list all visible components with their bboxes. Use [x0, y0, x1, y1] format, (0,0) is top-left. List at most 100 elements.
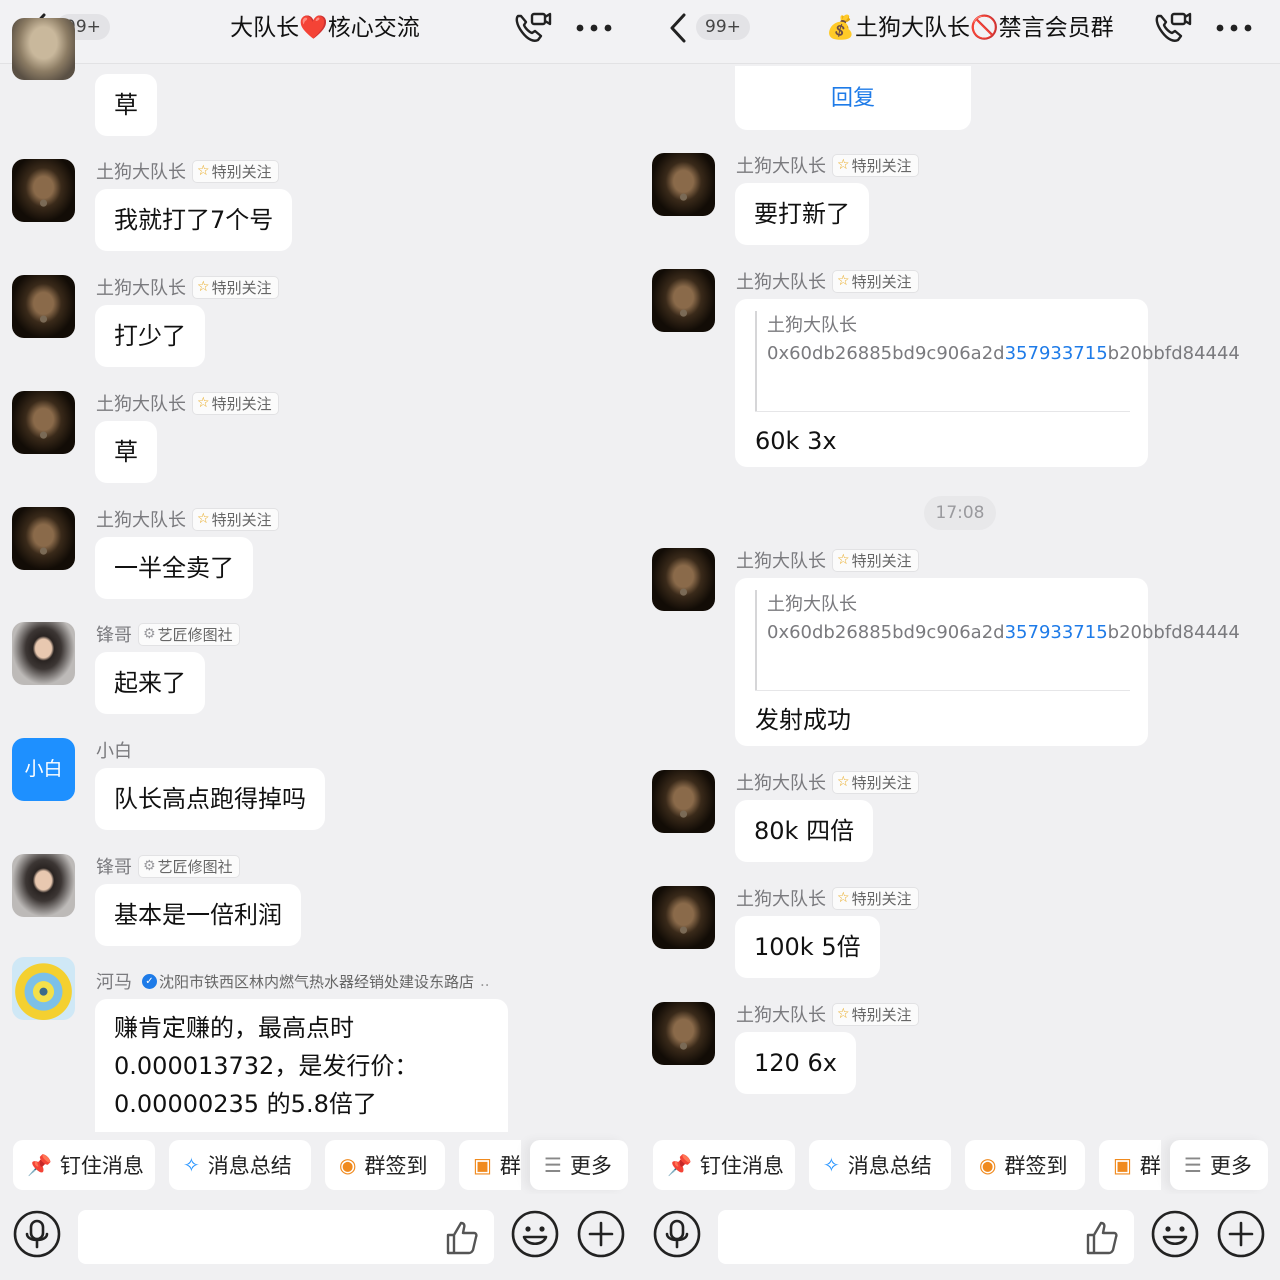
- avatar[interactable]: [12, 159, 75, 222]
- avatar[interactable]: [12, 622, 75, 685]
- group-button[interactable]: ▣ 群: [1099, 1140, 1161, 1190]
- message-bubble[interactable]: 打少了: [95, 305, 205, 367]
- avatar[interactable]: [652, 153, 715, 216]
- member-tag: ☆ 特别关注: [192, 391, 279, 415]
- reply-button[interactable]: 回复: [735, 66, 971, 130]
- quote-reply-bubble[interactable]: 土狗大队长 0x60db26885bd9c906a2d357933715b20b…: [735, 299, 1240, 467]
- quoted-message[interactable]: 土狗大队长 0x60db26885bd9c906a2d357933715b20b…: [755, 590, 1240, 690]
- chip-label: 群签到: [364, 1154, 428, 1178]
- quote-reply-bubble[interactable]: 土狗大队长 0x60db26885bd9c906a2d357933715b20b…: [735, 578, 1240, 746]
- sender-name[interactable]: 土狗大队长: [736, 885, 826, 911]
- message-meta: 土狗大队长 ☆ 特别关注: [96, 159, 279, 183]
- summary-button[interactable]: ✧ 消息总结: [809, 1140, 951, 1190]
- sender-name[interactable]: 土狗大队长: [736, 769, 826, 795]
- summary-icon: ✧: [183, 1153, 200, 1177]
- chat-title[interactable]: 大队长❤️核心交流: [130, 10, 520, 46]
- message-bubble[interactable]: 我就打了7个号: [95, 189, 293, 251]
- verified-icon: ✓: [142, 973, 157, 989]
- message-bubble[interactable]: 100k 5倍: [735, 916, 880, 978]
- checkin-button[interactable]: ◉ 群签到: [325, 1140, 445, 1190]
- sender-name[interactable]: 土狗大队长: [96, 506, 186, 532]
- input-bar: [0, 1194, 640, 1280]
- quoted-text: 0x60db26885bd9c906a2d357933715b20bbfd844…: [767, 341, 1240, 366]
- quoted-message[interactable]: 土狗大队长 0x60db26885bd9c906a2d357933715b20b…: [755, 311, 1240, 411]
- star-icon: ☆: [197, 395, 210, 411]
- back-icon[interactable]: [664, 10, 694, 46]
- sender-name[interactable]: 土狗大队长: [736, 1001, 826, 1027]
- more-button[interactable]: ☰ 更多: [530, 1140, 628, 1190]
- pin-message-button[interactable]: 📌 钉住消息: [653, 1140, 795, 1190]
- message-bubble[interactable]: 起来了: [95, 652, 205, 714]
- avatar[interactable]: 小白: [12, 738, 75, 801]
- checkin-icon: ◉: [979, 1153, 997, 1177]
- tag-label: 特别关注: [851, 1005, 912, 1024]
- message-input[interactable]: [78, 1210, 494, 1264]
- message-bubble[interactable]: 一半全卖了: [95, 537, 253, 599]
- sender-name[interactable]: 土狗大队长: [96, 274, 186, 300]
- sender-name[interactable]: 小白: [96, 737, 132, 763]
- message-bubble[interactable]: 草: [95, 74, 157, 136]
- video-call-icon[interactable]: [1150, 8, 1194, 48]
- time-divider: 17:08: [924, 496, 996, 530]
- more-button[interactable]: ☰ 更多: [1170, 1140, 1268, 1190]
- sender-name[interactable]: 土狗大队长: [736, 152, 826, 178]
- summary-button[interactable]: ✧ 消息总结: [169, 1140, 311, 1190]
- avatar[interactable]: [12, 957, 75, 1020]
- avatar[interactable]: [652, 269, 715, 332]
- thumb-up-icon[interactable]: [1084, 1220, 1120, 1256]
- checkin-button[interactable]: ◉ 群签到: [965, 1140, 1085, 1190]
- video-call-icon[interactable]: [510, 8, 554, 48]
- sender-name[interactable]: 锋哥: [96, 621, 132, 647]
- chip-label: 群: [1139, 1154, 1161, 1178]
- quoted-author: 土狗大队长: [767, 315, 857, 336]
- message-bubble[interactable]: 80k 四倍: [735, 800, 874, 862]
- more-icon[interactable]: [572, 8, 620, 48]
- chip-label: 消息总结: [207, 1154, 292, 1178]
- message-meta: 土狗大队长 ☆ 特别关注: [736, 153, 919, 177]
- unread-badge[interactable]: 99+: [696, 14, 750, 40]
- message-input[interactable]: [718, 1210, 1134, 1264]
- avatar[interactable]: [12, 275, 75, 338]
- quote-divider: [755, 411, 1130, 412]
- message-line: 0.000013732，是发行价：: [114, 1052, 419, 1080]
- message-bubble[interactable]: 草: [95, 421, 157, 483]
- group-button[interactable]: ▣ 群: [459, 1140, 521, 1190]
- chip-label: 钉住消息: [699, 1154, 784, 1178]
- plus-icon[interactable]: [1216, 1209, 1266, 1259]
- sender-name[interactable]: 土狗大队长: [736, 268, 826, 294]
- avatar[interactable]: [12, 18, 75, 80]
- message-bubble[interactable]: 赚肯定赚的，最高点时 0.000013732，是发行价： 0.00000235 …: [95, 999, 508, 1149]
- phone-link[interactable]: 357933715: [1005, 343, 1108, 364]
- message-meta: 河马 ✓ 沈阳市铁西区林内燃气热水器经销处建设东路店 ..: [96, 969, 490, 993]
- avatar[interactable]: [652, 1002, 715, 1065]
- input-bar: [640, 1194, 1280, 1280]
- avatar[interactable]: [652, 886, 715, 949]
- sender-name[interactable]: 土狗大队长: [96, 390, 186, 416]
- thumb-up-icon[interactable]: [444, 1220, 480, 1256]
- sender-name[interactable]: 锋哥: [96, 853, 132, 879]
- emoji-icon[interactable]: [510, 1209, 560, 1259]
- emoji-icon[interactable]: [1150, 1209, 1200, 1259]
- sender-name[interactable]: 土狗大队长: [96, 158, 186, 184]
- voice-icon[interactable]: [652, 1209, 702, 1259]
- avatar[interactable]: [12, 507, 75, 570]
- sender-name[interactable]: 土狗大队长: [736, 547, 826, 573]
- member-tag: ☆ 特别关注: [832, 269, 919, 293]
- message-bubble[interactable]: 要打新了: [735, 183, 869, 245]
- message-bubble[interactable]: 120 6x: [735, 1032, 856, 1094]
- avatar[interactable]: [652, 770, 715, 833]
- message-bubble[interactable]: 队长高点跑得掉吗: [95, 768, 325, 830]
- avatar[interactable]: [12, 854, 75, 917]
- phone-link[interactable]: 357933715: [1005, 622, 1108, 643]
- pin-message-button[interactable]: 📌 钉住消息: [13, 1140, 155, 1190]
- avatar[interactable]: [12, 391, 75, 454]
- chat-title[interactable]: 💰土狗大队长🚫禁言会员群: [790, 10, 1150, 46]
- message-bubble[interactable]: 基本是一倍利润: [95, 884, 301, 946]
- more-icon[interactable]: [1212, 8, 1260, 48]
- plus-icon[interactable]: [576, 1209, 626, 1259]
- tag-label: 特别关注: [851, 889, 912, 908]
- avatar[interactable]: [652, 548, 715, 611]
- sender-name[interactable]: 河马: [96, 968, 132, 994]
- member-tag: ☆ 特别关注: [832, 1002, 919, 1026]
- voice-icon[interactable]: [12, 1209, 62, 1259]
